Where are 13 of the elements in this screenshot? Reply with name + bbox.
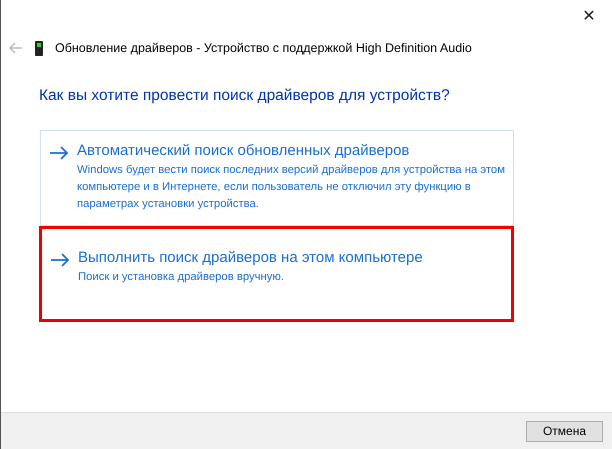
option-link[interactable]: [40, 130, 514, 226]
option-link[interactable]: Выполнить поиск драйверов на этом компьютере Поиск и установка драйверов вручную.: [39, 226, 514, 322]
option-title: Автоматический поиск обновленных драйверов: [77, 142, 410, 159]
arrow-icon: [49, 146, 69, 160]
arrow-icon: [50, 253, 70, 267]
heading: Как вы хотите провести поиск драйверов для устройств?: [39, 87, 451, 105]
device-icon: [35, 40, 43, 56]
option-description: Поиск и установка драйверов вручную.: [78, 270, 286, 285]
close-button[interactable]: ✕: [566, 0, 612, 30]
cancel-button[interactable]: Отмена: [526, 420, 603, 442]
option-title: Выполнить поиск драйверов на этом компьютере: [78, 249, 423, 266]
option-description: Windows будет вести поиск последних версий драйверов для устройства на этом компьютере и в Интернете, если пользователь не отключил эту функцию в параметрах установки устройства.: [77, 163, 505, 212]
window-title: Обновление драйверов - Устройство с поддержкой High Definition Audio: [55, 41, 472, 55]
